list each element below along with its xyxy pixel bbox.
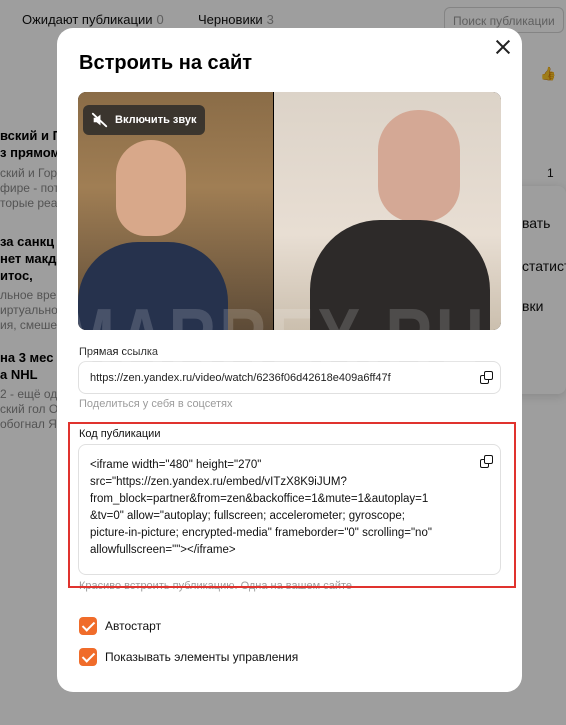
show-controls-checkbox[interactable]	[79, 648, 97, 666]
watermark: MARREX.RU	[60, 289, 487, 387]
share-hint: Поделиться у себя в соцсетях	[79, 398, 233, 410]
speaker-muted-icon	[91, 112, 108, 128]
autostart-label: Автостарт	[105, 619, 162, 633]
close-icon[interactable]	[491, 36, 515, 60]
autostart-checkbox[interactable]	[79, 617, 97, 635]
show-controls-label: Показывать элементы управления	[105, 650, 299, 664]
unmute-label: Включить звук	[115, 114, 197, 126]
highlight-frame	[68, 422, 516, 588]
dialog-title: Встроить на сайт	[79, 52, 253, 74]
unmute-button[interactable]: Включить звук	[83, 105, 206, 135]
